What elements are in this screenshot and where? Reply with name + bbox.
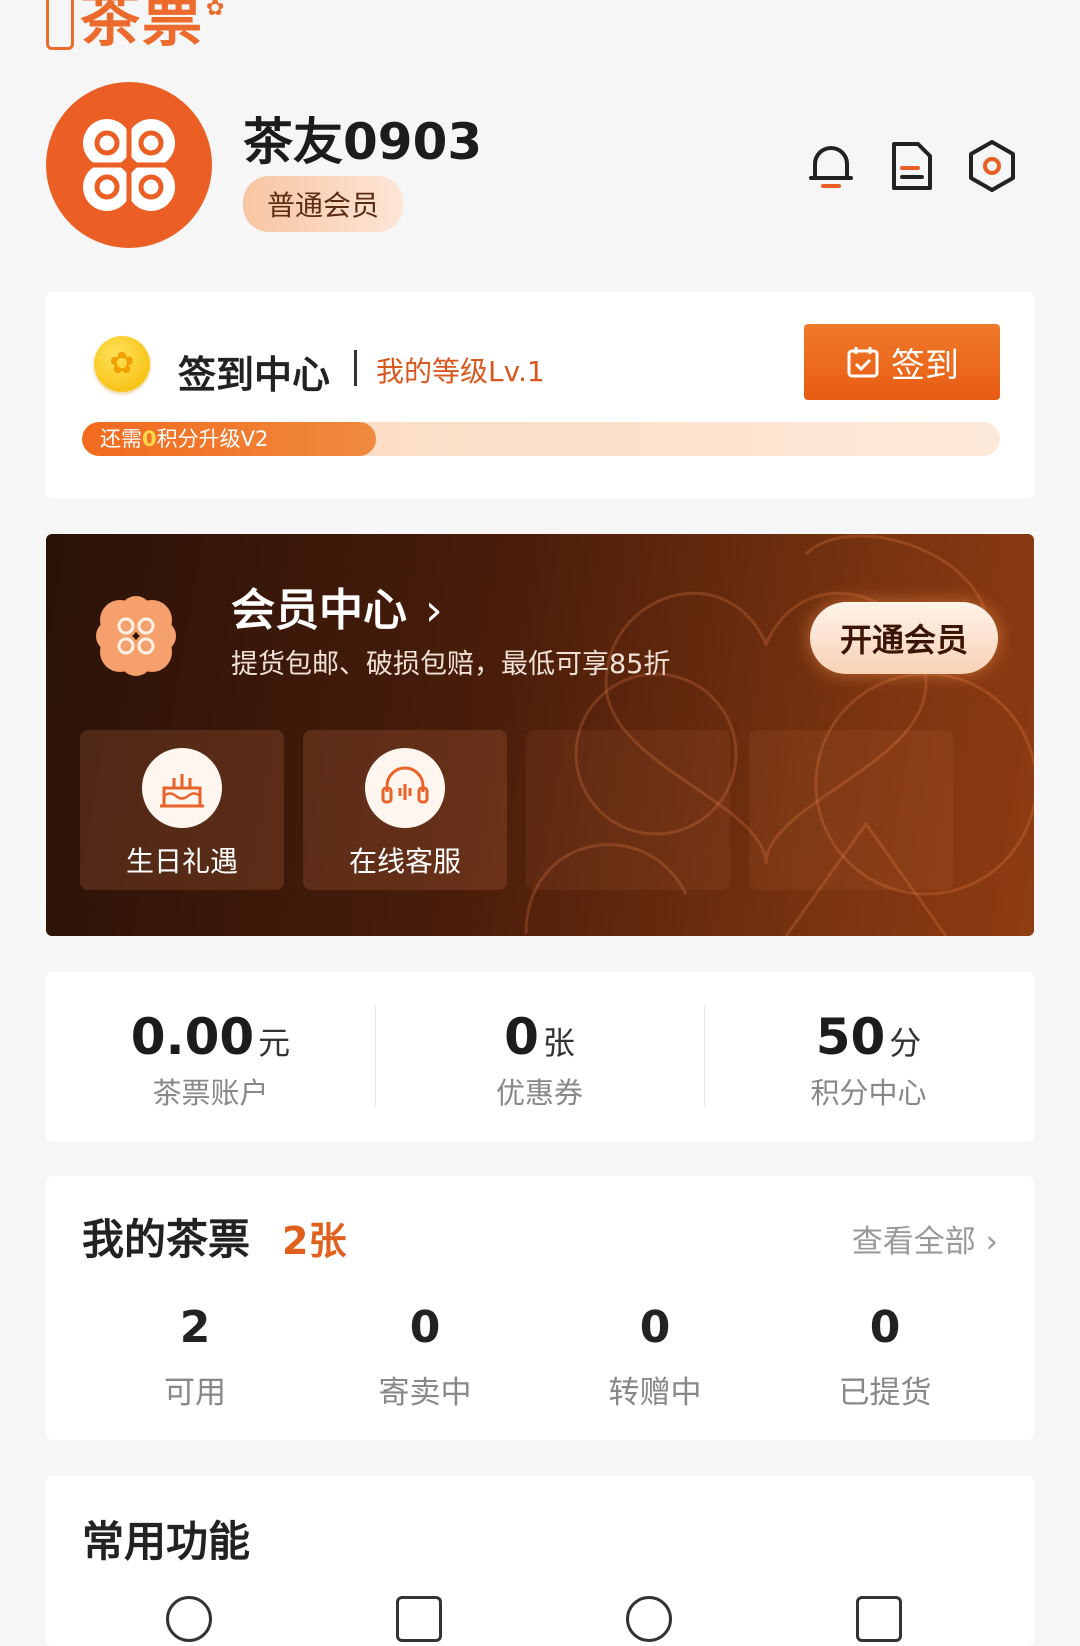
ticket-picked-up[interactable]: 0 已提货 [770, 1302, 1000, 1412]
ticket-gifting[interactable]: 0 转赠中 [540, 1302, 770, 1412]
my-tickets-count: 2张 [282, 1219, 347, 1263]
function-icon[interactable] [856, 1596, 902, 1642]
stat-points-center[interactable]: 50 分 积分中心 [704, 972, 1033, 1142]
ticket-consigning[interactable]: 0 寄卖中 [310, 1302, 540, 1412]
avatar[interactable] [46, 82, 212, 248]
level-progress-text: 还需0积分升级V2 [100, 427, 269, 451]
coin-icon: ✿ [94, 336, 150, 392]
perk-placeholder [749, 730, 953, 890]
signin-title: 签到中心 [178, 353, 331, 397]
perk-birthday[interactable]: 生日礼遇 [80, 730, 284, 890]
common-functions-title: 常用功能 [82, 1517, 251, 1566]
perk-placeholder [526, 730, 730, 890]
view-all-link[interactable]: 查看全部 › [852, 1216, 998, 1261]
calendar-check-icon [847, 347, 879, 378]
cake-icon [142, 748, 222, 828]
chevron-right-icon: › [425, 585, 443, 636]
member-level-badge[interactable]: 普通会员 [243, 176, 404, 232]
member-flower-icon [96, 596, 176, 676]
document-icon[interactable] [884, 138, 940, 194]
logo-text: 茶票 [80, 0, 204, 55]
member-center-card[interactable]: 会员中心 › 提货包邮、破损包赔，最低可享85折 开通会员 生日礼遇 在线客服 [46, 534, 1034, 936]
perk-online-service[interactable]: 在线客服 [303, 730, 507, 890]
stat-tea-ticket-account[interactable]: 0.00 元 茶票账户 [46, 972, 375, 1142]
logo-flower-icon: ✿ [206, 0, 225, 21]
ticket-available[interactable]: 2 可用 [80, 1302, 310, 1412]
open-membership-button[interactable]: 开通会员 [810, 602, 998, 674]
account-stats: 0.00 元 茶票账户 0张 优惠券 50 分 积分中心 [46, 972, 1034, 1142]
signin-card: ✿ 签到中心 我的等级Lv.1 签到 还需0积分升级V2 [46, 292, 1034, 498]
my-tickets-card: 我的茶票 2张 查看全部 › 2 可用 0 寄卖中 0 转赠中 0 已提货 [46, 1176, 1034, 1440]
clover-logo-icon [83, 119, 175, 211]
logo-seal [46, 0, 74, 50]
level-progress-bar: 还需0积分升级V2 [82, 422, 1000, 456]
username: 茶友0903 [243, 113, 483, 171]
perk-label: 在线客服 [348, 845, 461, 878]
function-icon[interactable] [626, 1596, 672, 1642]
signin-button[interactable]: 签到 [804, 324, 1000, 400]
my-level[interactable]: 我的等级Lv.1 [376, 350, 545, 390]
member-center-title[interactable]: 会员中心 › [231, 574, 443, 638]
function-icon[interactable] [396, 1596, 442, 1642]
signin-divider [354, 350, 357, 386]
function-icon[interactable] [166, 1596, 212, 1642]
perk-label: 生日礼遇 [125, 845, 238, 878]
headset-icon [365, 748, 445, 828]
my-tickets-title: 我的茶票 [82, 1215, 251, 1264]
member-center-subtitle: 提货包邮、破损包赔，最低可享85折 [231, 649, 671, 680]
stat-coupons[interactable]: 0张 优惠券 [375, 972, 704, 1142]
app-logo: 茶票 ✿ [46, 0, 224, 50]
settings-hexagon-icon[interactable] [964, 138, 1020, 194]
common-functions-card: 常用功能 [46, 1476, 1034, 1646]
signin-button-label: 签到 [891, 345, 959, 386]
bell-icon[interactable] [803, 138, 859, 194]
